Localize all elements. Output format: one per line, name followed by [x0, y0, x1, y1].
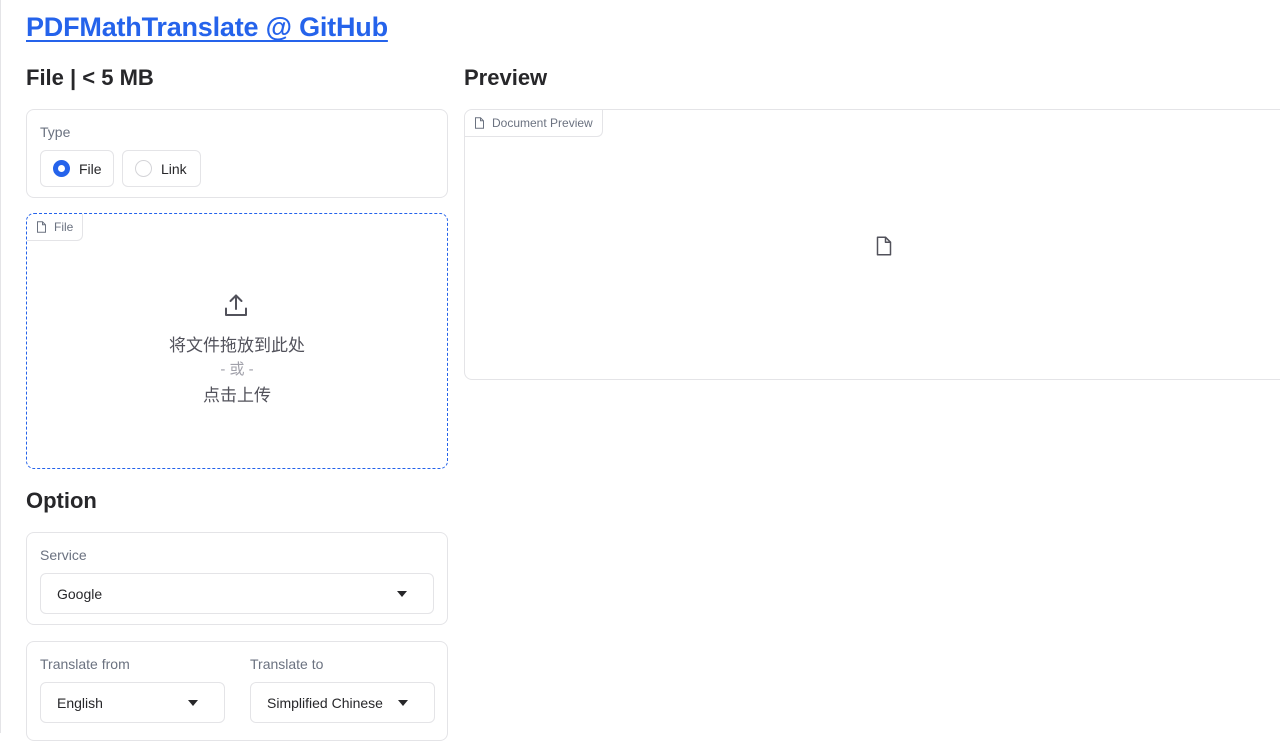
file-icon	[475, 117, 484, 129]
option-section-heading: Option	[26, 488, 97, 513]
file-icon	[876, 236, 892, 256]
dropzone-or-text: - 或 -	[220, 361, 254, 378]
document-preview-panel: Document Preview	[464, 109, 1280, 380]
radio-option-label: Link	[161, 160, 187, 177]
type-label: Type	[40, 124, 71, 140]
github-title-link[interactable]: PDFMathTranslate @ GitHub	[26, 12, 388, 43]
translate-to-dropdown[interactable]: Simplified Chinese	[250, 682, 435, 723]
dropzone-click-text: 点击上传	[203, 386, 271, 405]
preview-tag-text: Document Preview	[492, 116, 593, 130]
language-panel: Translate from Translate to English Simp…	[26, 641, 448, 741]
dropzone-drag-text: 将文件拖放到此处	[169, 336, 305, 355]
chevron-down-icon	[397, 591, 407, 597]
radio-option-link[interactable]: Link	[122, 150, 201, 187]
file-icon	[37, 221, 46, 233]
translate-from-dropdown[interactable]: English	[40, 682, 225, 723]
radio-checked-icon	[53, 160, 70, 177]
file-section-heading: File | < 5 MB	[26, 65, 154, 90]
upload-icon	[225, 294, 247, 316]
translate-to-label: Translate to	[250, 656, 324, 672]
radio-option-label: File	[79, 160, 102, 177]
service-dropdown[interactable]: Google	[40, 573, 434, 614]
file-tag-label: File	[27, 214, 84, 241]
service-panel: Service Google	[26, 532, 448, 625]
translate-to-selected-value: Simplified Chinese	[267, 694, 383, 711]
chevron-down-icon	[398, 700, 408, 706]
translate-from-label: Translate from	[40, 656, 130, 672]
file-upload-dropzone[interactable]: File 将文件拖放到此处 - 或 - 点击上传	[26, 213, 448, 469]
chevron-down-icon	[188, 700, 198, 706]
translate-from-selected-value: English	[57, 694, 103, 711]
service-selected-value: Google	[57, 585, 103, 602]
service-label: Service	[40, 547, 87, 563]
preview-section-heading: Preview	[464, 65, 548, 90]
file-tag-text: File	[54, 220, 74, 234]
radio-option-file[interactable]: File	[40, 150, 114, 187]
radio-unchecked-icon	[135, 160, 152, 177]
preview-tag-label: Document Preview	[465, 110, 603, 137]
type-radio-group: Type File Link	[26, 109, 448, 198]
